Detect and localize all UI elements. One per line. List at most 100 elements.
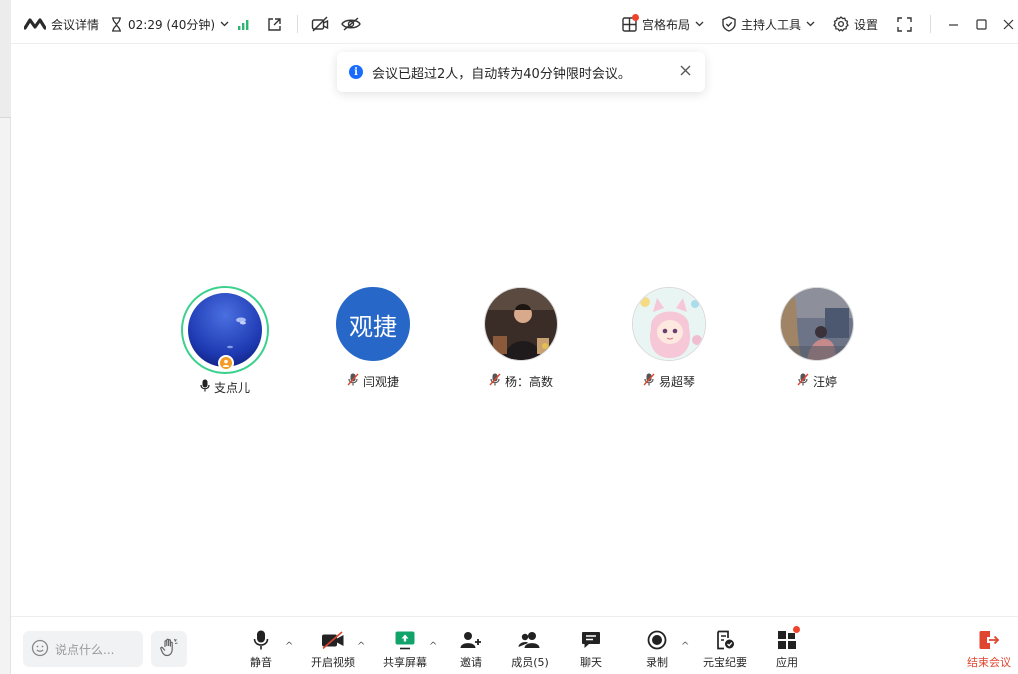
smiley-icon bbox=[31, 639, 49, 660]
members-icon bbox=[518, 629, 542, 651]
mic-icon bbox=[200, 379, 210, 395]
mute-options-caret[interactable]: ^ bbox=[285, 641, 293, 652]
participant-name-label: 闫观捷 bbox=[362, 374, 399, 389]
left-window-edge bbox=[0, 0, 11, 674]
share-screen-label: 共享屏幕 bbox=[383, 656, 427, 669]
share-options-caret[interactable]: ^ bbox=[429, 641, 437, 652]
avatar bbox=[780, 287, 854, 361]
close-icon[interactable] bbox=[1003, 4, 1014, 44]
title-bar: 会议详情 02:29 (40分钟) 宫格布局 主持人工具 设置 bbox=[11, 4, 1018, 44]
meeting-timer[interactable]: 02:29 (40分钟) bbox=[110, 4, 229, 44]
fullscreen-icon[interactable] bbox=[897, 4, 912, 44]
members-label: 成员(5) bbox=[511, 656, 549, 669]
grid-layout-button[interactable]: 宫格布局 bbox=[622, 4, 704, 44]
eye-off-icon[interactable] bbox=[341, 4, 361, 44]
participant-name-label: 支点儿 bbox=[213, 380, 250, 395]
mic-off-icon bbox=[347, 373, 359, 389]
avatar-text: 观捷 bbox=[349, 312, 397, 341]
video-off-icon[interactable] bbox=[311, 4, 329, 44]
yuanbao-minutes-button[interactable]: 元宝纪要 bbox=[701, 629, 749, 671]
yuanbao-icon bbox=[715, 629, 735, 651]
avatar-image bbox=[633, 288, 705, 360]
toast-close-button[interactable] bbox=[680, 65, 691, 80]
mic-off-icon bbox=[643, 373, 655, 389]
mic-off-icon bbox=[797, 373, 809, 389]
external-window-icon[interactable] bbox=[267, 4, 282, 44]
participant-tile[interactable]: 汪婷 bbox=[757, 287, 877, 389]
hourglass-icon bbox=[110, 16, 123, 32]
settings-button[interactable]: 设置 bbox=[833, 4, 878, 44]
grid-layout-label: 宫格布局 bbox=[642, 17, 691, 32]
avatar-image bbox=[781, 288, 853, 360]
info-icon: i bbox=[349, 65, 363, 79]
participant-name-label: 易超琴 bbox=[658, 374, 695, 389]
video-options-caret[interactable]: ^ bbox=[357, 641, 365, 652]
time-limit-toast: i 会议已超过2人，自动转为40分钟限时会议。 bbox=[337, 52, 705, 92]
avatar bbox=[181, 286, 269, 374]
participant-name: 闫观捷 bbox=[313, 373, 433, 389]
titlebar-divider bbox=[297, 15, 298, 33]
end-meeting-button[interactable]: 结束会议 bbox=[965, 629, 1013, 671]
apps-notification-dot bbox=[793, 626, 800, 633]
minimize-icon[interactable] bbox=[948, 4, 959, 44]
avatar bbox=[632, 287, 706, 361]
timer-label: 02:29 (40分钟) bbox=[128, 17, 216, 32]
maximize-icon[interactable] bbox=[976, 4, 987, 44]
mic-icon bbox=[253, 629, 269, 651]
settings-label: 设置 bbox=[854, 17, 879, 32]
record-options-caret[interactable]: ^ bbox=[681, 641, 689, 652]
tencent-meeting-logo-icon bbox=[24, 17, 46, 31]
titlebar-divider bbox=[930, 15, 931, 33]
exit-icon bbox=[978, 629, 1000, 651]
chat-label: 聊天 bbox=[580, 656, 602, 669]
chat-icon bbox=[581, 629, 601, 651]
participant-name: 易超琴 bbox=[609, 373, 729, 389]
record-label: 录制 bbox=[646, 656, 668, 669]
signal-icon[interactable] bbox=[237, 4, 251, 44]
chevron-down-icon bbox=[220, 21, 229, 27]
members-button[interactable]: 成员(5) bbox=[508, 629, 552, 671]
participant-tile[interactable]: 杨：高数 bbox=[461, 287, 581, 389]
start-video-label: 开启视频 bbox=[311, 656, 355, 669]
apps-icon bbox=[777, 626, 800, 651]
share-screen-icon bbox=[394, 629, 416, 651]
avatar-image bbox=[485, 288, 557, 360]
host-tools-button[interactable]: 主持人工具 bbox=[722, 4, 815, 44]
mute-button[interactable]: 静音 bbox=[247, 629, 275, 671]
share-screen-button[interactable]: 共享屏幕 bbox=[381, 629, 429, 671]
yuanbao-minutes-label: 元宝纪要 bbox=[703, 656, 747, 669]
meeting-window: 会议详情 02:29 (40分钟) 宫格布局 主持人工具 设置 i 会议已超过2… bbox=[0, 0, 1018, 674]
start-video-button[interactable]: 开启视频 bbox=[309, 629, 357, 671]
grid-layout-icon bbox=[622, 13, 639, 32]
meeting-details-button[interactable]: 会议详情 bbox=[24, 4, 99, 44]
participant-tile[interactable]: 支点儿 bbox=[165, 286, 285, 395]
participant-name: 杨：高数 bbox=[461, 373, 581, 389]
toast-message: 会议已超过2人，自动转为40分钟限时会议。 bbox=[372, 66, 631, 82]
close-icon bbox=[680, 65, 691, 76]
chevron-down-icon bbox=[806, 21, 815, 27]
mic-off-icon bbox=[489, 373, 501, 389]
participant-name-label: 杨：高数 bbox=[504, 374, 553, 389]
record-icon bbox=[647, 629, 667, 651]
participant-tile[interactable]: 观捷 闫观捷 bbox=[313, 287, 433, 389]
chat-input-placeholder: 说点什么... bbox=[55, 642, 115, 657]
apps-button[interactable]: 应用 bbox=[772, 626, 802, 671]
camera-off-icon bbox=[321, 629, 345, 651]
mute-label: 静音 bbox=[250, 656, 272, 669]
raise-hand-button[interactable] bbox=[151, 631, 187, 667]
apps-label: 应用 bbox=[776, 656, 798, 669]
participant-name: 汪婷 bbox=[757, 373, 877, 389]
bottom-toolbar: 说点什么... 静音 ^ 开启视频 ^ 共享屏幕 ^ 邀请 成员(5) 聊天 录… bbox=[11, 616, 1018, 674]
participant-name: 支点儿 bbox=[165, 379, 285, 395]
chat-input[interactable]: 说点什么... bbox=[23, 631, 143, 667]
chat-button[interactable]: 聊天 bbox=[577, 629, 605, 671]
avatar: 观捷 bbox=[336, 287, 410, 361]
record-button[interactable]: 录制 bbox=[643, 629, 671, 671]
gear-icon bbox=[833, 16, 849, 32]
invite-label: 邀请 bbox=[460, 656, 482, 669]
invite-button[interactable]: 邀请 bbox=[455, 629, 487, 671]
host-badge-icon bbox=[218, 355, 234, 371]
avatar bbox=[484, 287, 558, 361]
host-tools-label: 主持人工具 bbox=[741, 17, 802, 32]
participant-tile[interactable]: 易超琴 bbox=[609, 287, 729, 389]
